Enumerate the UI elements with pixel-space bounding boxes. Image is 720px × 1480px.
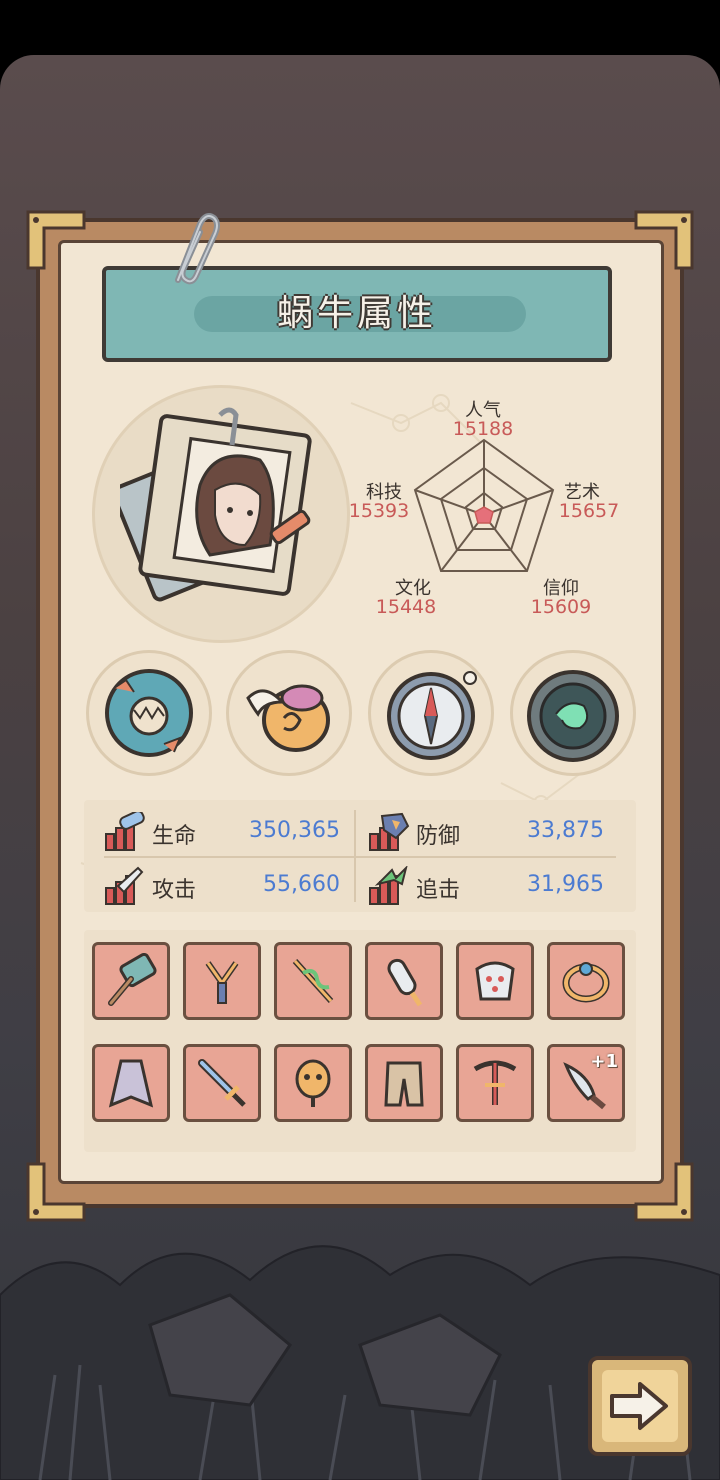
arrow-right-icon <box>610 1382 668 1430</box>
radar-value-art: 15657 <box>558 500 620 522</box>
equip-slot-hammer[interactable] <box>92 942 170 1020</box>
hp-value: 350,365 <box>249 818 340 843</box>
page-title: 蜗牛属性 <box>276 293 437 334</box>
radar-value-faith: 15609 <box>530 596 592 618</box>
hp-stat-icon <box>105 812 145 851</box>
stats-divider-vertical <box>354 810 356 902</box>
chase-value: 31,965 <box>527 872 604 897</box>
rocket-icon <box>387 958 423 1007</box>
equip-slot-pants[interactable] <box>365 1044 443 1122</box>
equip-slot-mask[interactable] <box>274 1044 352 1122</box>
armor-icon <box>475 961 515 1001</box>
sword-icon <box>198 1059 246 1107</box>
brass-corner-bottom-left <box>26 1162 86 1222</box>
upgrade-badge: +1 <box>590 1051 618 1072</box>
next-button[interactable] <box>588 1356 692 1456</box>
chase-label: 追击 <box>416 878 461 903</box>
equip-slot-rocket[interactable] <box>365 942 443 1020</box>
equip-slot-slingshot[interactable] <box>183 942 261 1020</box>
paper-clip-icon <box>175 213 220 285</box>
equip-slot-cloak[interactable] <box>92 1044 170 1122</box>
winged-helmet-medal-icon <box>246 684 330 752</box>
radar-value-culture: 15448 <box>375 596 437 618</box>
shark-jaw-medal-icon <box>105 669 193 757</box>
brass-corner-top-left <box>26 210 86 270</box>
equip-slot-serpent-staff[interactable] <box>274 942 352 1020</box>
equip-slot-sword[interactable] <box>183 1044 261 1122</box>
attack-value: 55,660 <box>263 872 340 897</box>
brass-corner-top-right <box>634 210 694 270</box>
slingshot-icon <box>205 961 239 1004</box>
medal-slot-2[interactable] <box>226 650 352 776</box>
equip-slot-crossbow[interactable] <box>456 1044 534 1122</box>
serpent-staff-icon <box>292 958 334 1004</box>
defense-stat-icon <box>369 812 410 851</box>
attack-label: 攻击 <box>152 878 197 903</box>
defense-label: 防御 <box>416 824 461 849</box>
medal-slot-4[interactable] <box>510 650 636 776</box>
mask-icon <box>295 1059 331 1107</box>
stats-divider <box>104 856 616 858</box>
compass-medal-icon <box>387 671 477 760</box>
jade-orb-medal-icon <box>527 670 619 762</box>
hammer-icon <box>108 953 157 1006</box>
radar-value-popularity: 15188 <box>452 418 514 440</box>
equip-slot-dagger[interactable]: +1 <box>547 1044 625 1122</box>
medal-slot-3[interactable] <box>368 650 494 776</box>
medal-slot-1[interactable] <box>86 650 212 776</box>
radar-value-tech: 15393 <box>348 500 410 522</box>
hp-label: 生命 <box>152 824 197 849</box>
defense-value: 33,875 <box>527 818 604 843</box>
attack-stat-icon <box>105 866 144 905</box>
snail-portrait-icon[interactable] <box>120 405 320 605</box>
cloak-icon <box>108 1059 154 1108</box>
ring-icon <box>562 962 610 1003</box>
brass-corner-bottom-right <box>634 1162 694 1222</box>
crossbow-icon <box>473 1060 517 1105</box>
pants-icon <box>384 1061 424 1107</box>
equip-slot-ring[interactable] <box>547 942 625 1020</box>
equip-slot-armor[interactable] <box>456 942 534 1020</box>
chase-stat-icon <box>369 866 408 905</box>
